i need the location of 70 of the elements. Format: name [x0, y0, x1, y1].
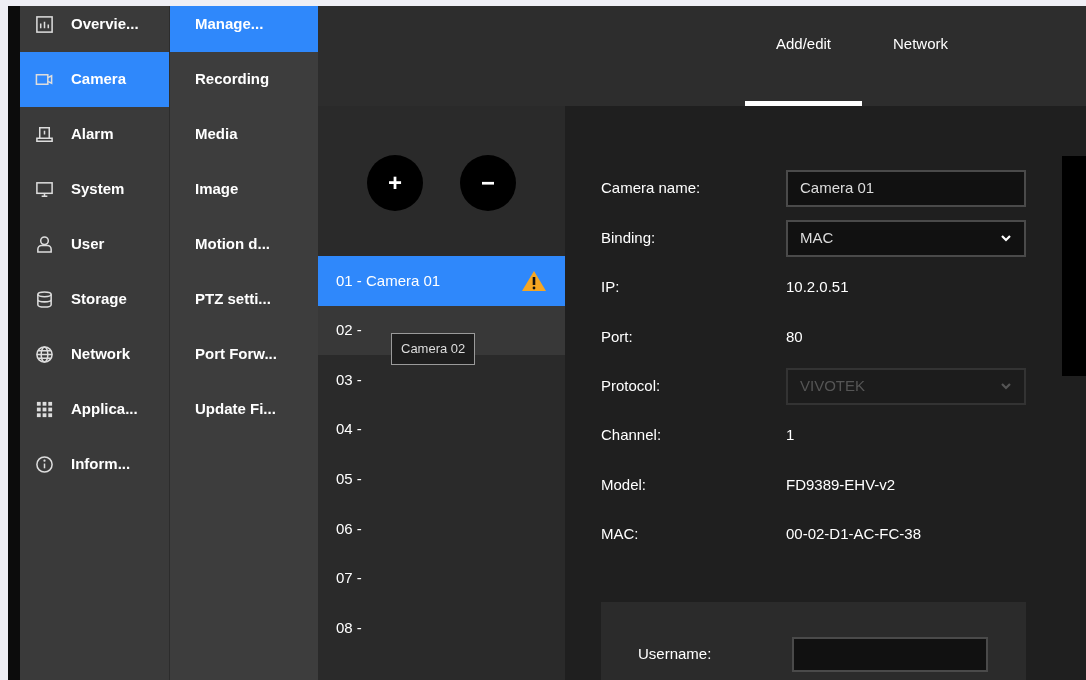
- nav-item[interactable]: Inform...: [20, 437, 169, 492]
- field-value: 80: [786, 326, 803, 347]
- field-label: MAC:: [601, 524, 640, 545]
- field-label: Protocol:: [601, 376, 662, 396]
- camera-label: 06 -: [336, 518, 362, 539]
- tab[interactable]: Add/edit: [745, 6, 862, 106]
- dropdown[interactable]: MAC: [786, 219, 1026, 257]
- field-value: FD9389-EHV-v2: [786, 474, 896, 495]
- camera-label: 02 -: [336, 320, 362, 341]
- nav-label: Applica...: [71, 399, 138, 420]
- submenu-item[interactable]: Image: [170, 162, 318, 217]
- camera-list-item[interactable]: 04 -: [318, 404, 565, 455]
- alarm-light-icon: [35, 125, 54, 144]
- apps-grid-icon: [35, 400, 54, 419]
- user-icon: [35, 235, 54, 254]
- field-label: IP:: [601, 277, 621, 298]
- camera-list-item[interactable]: 06 -: [318, 503, 565, 554]
- field-label: Username:: [638, 644, 713, 665]
- field-value: 10.2.0.51: [786, 277, 849, 298]
- chevron-icon: [1000, 382, 1012, 391]
- monitor-icon: [35, 180, 54, 199]
- chevron-icon: [1000, 234, 1012, 243]
- nav-item[interactable]: System: [20, 162, 169, 217]
- camera-list-item[interactable]: 05 -: [318, 454, 565, 504]
- camera-label: 05 -: [336, 468, 362, 489]
- nav-item[interactable]: Alarm: [20, 107, 169, 162]
- nav-label: Camera: [71, 69, 127, 90]
- camera-list-item[interactable]: 08 -: [318, 603, 565, 653]
- field-label: Port:: [601, 326, 634, 347]
- camera-label: 01 - Camera 01: [336, 270, 441, 291]
- camera-list-item[interactable]: 07 -: [318, 553, 565, 604]
- nav-item[interactable]: Applica...: [20, 382, 169, 437]
- database-icon: [35, 290, 54, 309]
- nav-item[interactable]: User: [20, 217, 169, 272]
- remove-button[interactable]: −: [460, 155, 516, 211]
- text-field[interactable]: Camera 01: [786, 170, 1026, 208]
- field-label: Model:: [601, 474, 648, 495]
- field-value: 1: [786, 425, 795, 446]
- nav-label: Network: [71, 344, 131, 365]
- field-label: Binding:: [601, 227, 657, 248]
- camera-label: 03 -: [336, 369, 362, 390]
- camera-label: 08 -: [336, 617, 362, 638]
- dropdown: VIVOTEK: [786, 367, 1026, 405]
- submenu-item[interactable]: Media: [170, 107, 318, 162]
- nav-item[interactable]: Network: [20, 327, 169, 382]
- nav-item[interactable]: Storage: [20, 272, 169, 327]
- nav-label: Alarm: [71, 124, 114, 145]
- text-field[interactable]: [792, 637, 988, 673]
- submenu-item[interactable]: Update Fi...: [170, 382, 318, 437]
- tooltip: Camera 02: [391, 333, 476, 365]
- camera-label: 04 -: [336, 419, 362, 440]
- submenu-item[interactable]: Recording: [170, 52, 318, 107]
- nav-label: Inform...: [71, 454, 131, 475]
- chart-icon: [35, 15, 54, 34]
- nav-item[interactable]: Overvie...: [20, 6, 169, 52]
- submenu-item[interactable]: Motion d...: [170, 217, 318, 272]
- add-button[interactable]: +: [367, 155, 423, 211]
- camera-label: 07 -: [336, 568, 362, 589]
- nav-label: Storage: [71, 289, 127, 310]
- info-icon: [35, 455, 54, 474]
- submenu-item[interactable]: Port Forw...: [170, 327, 318, 382]
- tab[interactable]: Network: [862, 6, 979, 106]
- globe-icon: [35, 345, 54, 364]
- submenu-item[interactable]: PTZ setti...: [170, 272, 318, 327]
- nav-label: Overvie...: [71, 14, 139, 35]
- nav-label: User: [71, 234, 105, 255]
- nav-label: System: [71, 179, 125, 200]
- field-value: 00-02-D1-AC-FC-38: [786, 524, 922, 545]
- field-label: Camera name:: [601, 178, 702, 199]
- field-label: Channel:: [601, 425, 663, 446]
